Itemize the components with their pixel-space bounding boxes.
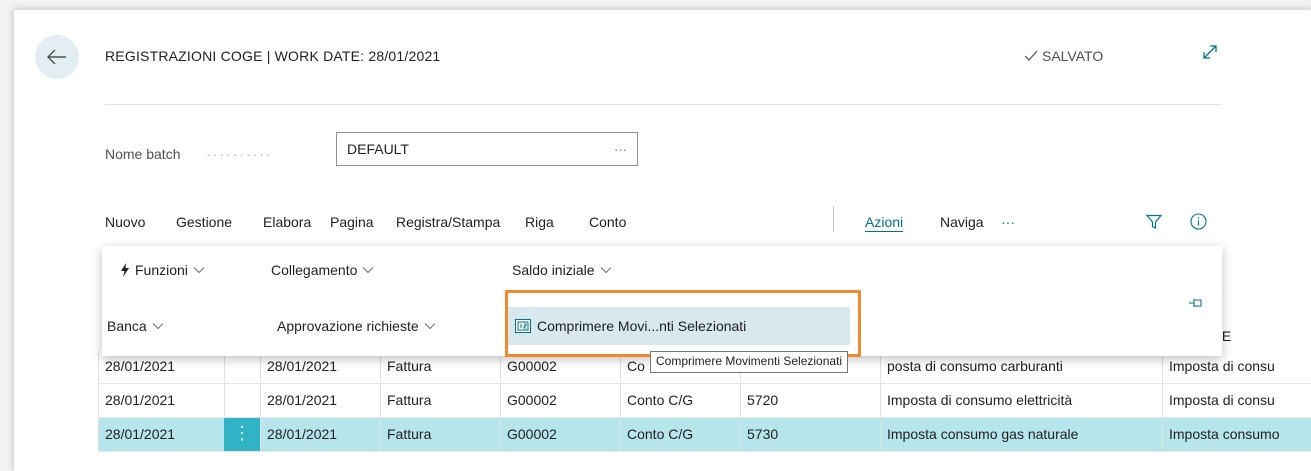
cell-document-no[interactable]: G00002 <box>500 384 620 417</box>
menu-more-button[interactable]: ··· <box>1001 214 1015 230</box>
menu-nuovo[interactable]: Nuovo <box>105 214 145 230</box>
menu-azioni[interactable]: Azioni <box>865 214 904 232</box>
menu-collegamento[interactable]: Collegamento <box>271 262 374 278</box>
save-status: SALVATO <box>1024 48 1103 64</box>
page-title: REGISTRAZIONI COGE | WORK DATE: 28/01/20… <box>105 48 441 64</box>
info-icon <box>1190 213 1207 230</box>
cell-document-type[interactable]: Fattura <box>380 418 500 451</box>
menu-registra-stampa[interactable]: Registra/Stampa <box>396 214 500 230</box>
expand-icon <box>1203 45 1217 59</box>
cell-account-no[interactable]: 5720 <box>740 384 880 417</box>
cell-document-type[interactable]: Fattura <box>380 384 500 417</box>
menu-saldo-iniziale-label: Saldo iniziale <box>512 262 595 278</box>
menu-banca[interactable]: Banca <box>107 318 164 334</box>
arrow-left-icon <box>47 49 66 65</box>
cell-row-actions <box>224 384 260 417</box>
table-row[interactable]: 28/01/2021 28/01/2021 Fattura G00002 Con… <box>98 384 1311 418</box>
menu-collegamento-label: Collegamento <box>271 262 358 278</box>
checkmark-icon <box>1024 50 1038 61</box>
menu-elabora[interactable]: Elabora <box>263 214 311 230</box>
table-row-selected[interactable]: 28/01/2021 ⋮ 28/01/2021 Fattura G00002 C… <box>98 418 1311 452</box>
cell-posting-date[interactable]: 28/01/2021 <box>98 418 224 451</box>
menu-approvazione-label: Approvazione richieste <box>277 318 419 334</box>
menu-pagina[interactable]: Pagina <box>330 214 374 230</box>
filter-icon <box>1145 214 1163 229</box>
menu-approvazione-richieste[interactable]: Approvazione richieste <box>277 318 436 334</box>
pin-icon <box>1189 299 1202 307</box>
cell-document-date[interactable]: 28/01/2021 <box>260 418 380 451</box>
tooltip: Comprimere Movimenti Selezionati <box>650 351 849 373</box>
chevron-down-icon <box>424 323 436 330</box>
lightning-icon <box>121 263 129 277</box>
chevron-down-icon <box>152 323 164 330</box>
menu-gestione[interactable]: Gestione <box>176 214 232 230</box>
save-status-label: SALVATO <box>1042 48 1104 64</box>
menu-naviga[interactable]: Naviga <box>940 214 984 230</box>
cell-document-date[interactable]: 28/01/2021 <box>260 384 380 417</box>
cell-account-type[interactable]: Conto C/G <box>620 384 740 417</box>
menu-riga[interactable]: Riga <box>525 214 554 230</box>
chevron-down-icon <box>363 267 374 274</box>
cell-description-2[interactable]: Imposta di consu <box>1162 384 1311 417</box>
batch-name-value: DEFAULT <box>347 141 409 157</box>
cell-posting-date[interactable]: 28/01/2021 <box>98 384 224 417</box>
batch-name-label: Nome batch <box>105 146 181 162</box>
back-button[interactable] <box>35 35 79 79</box>
menu-banca-label: Banca <box>107 318 147 334</box>
batch-label-leader: ·········· <box>206 146 273 162</box>
cell-account-no[interactable]: 5730 <box>740 418 880 451</box>
menu-separator <box>833 206 834 232</box>
highlight-frame <box>505 290 861 357</box>
cell-document-no[interactable]: G00002 <box>500 418 620 451</box>
cell-account-type[interactable]: Conto C/G <box>620 418 740 451</box>
cell-description-2[interactable]: Imposta consumo <box>1162 418 1311 451</box>
menu-funzioni[interactable]: Funzioni <box>120 262 205 278</box>
page-card: REGISTRAZIONI COGE | WORK DATE: 28/01/20… <box>14 10 1311 471</box>
chevron-down-icon <box>600 267 611 274</box>
menu-saldo-iniziale[interactable]: Saldo iniziale <box>512 262 612 278</box>
expand-button[interactable] <box>1201 43 1219 66</box>
batch-lookup-button[interactable]: ··· <box>614 142 627 157</box>
chevron-down-icon <box>193 267 205 274</box>
row-actions-button[interactable]: ⋮ <box>224 418 260 451</box>
cell-description[interactable]: Imposta di consumo elettricità <box>880 384 1162 417</box>
filter-button[interactable] <box>1145 214 1163 235</box>
info-button[interactable] <box>1190 213 1207 235</box>
pin-button[interactable] <box>1188 296 1204 314</box>
header-divider <box>105 104 1221 105</box>
cell-description[interactable]: Imposta consumo gas naturale <box>880 418 1162 451</box>
menu-funzioni-label: Funzioni <box>135 262 188 278</box>
batch-name-input[interactable]: DEFAULT ··· <box>336 132 638 166</box>
menu-conto[interactable]: Conto <box>589 214 626 230</box>
